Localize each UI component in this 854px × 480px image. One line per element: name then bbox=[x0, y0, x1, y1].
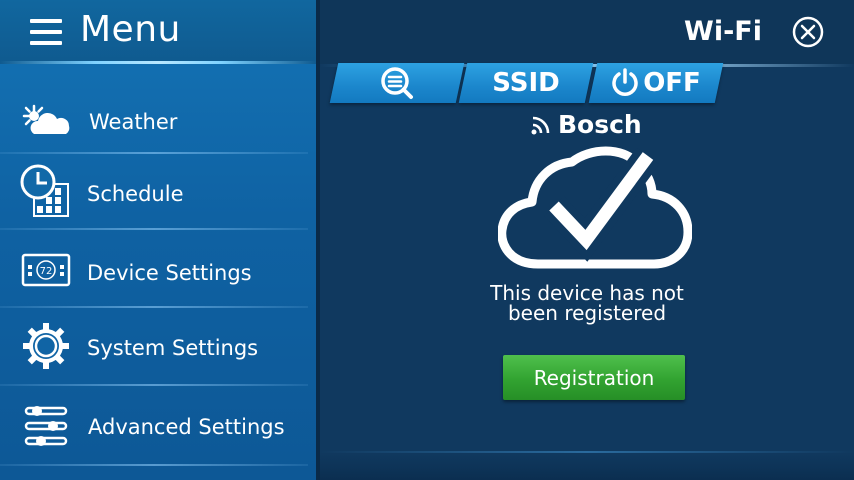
registration-button[interactable]: Registration bbox=[503, 355, 685, 400]
status-line-1: This device has not bbox=[490, 281, 684, 305]
main-header: Wi-Fi bbox=[320, 0, 854, 64]
gear-icon bbox=[20, 320, 72, 372]
network-brand: Bosch bbox=[530, 110, 642, 139]
wifi-screen: Menu Weather Schedule 72 Device Settings… bbox=[0, 0, 854, 480]
registration-status-message: This device has not been registered bbox=[320, 283, 854, 323]
close-icon[interactable] bbox=[792, 16, 824, 48]
network-name: Bosch bbox=[558, 110, 642, 139]
sidebar-item-schedule[interactable]: Schedule bbox=[0, 154, 316, 230]
page-title: Wi-Fi bbox=[684, 16, 762, 47]
search-icon bbox=[381, 67, 413, 99]
bottom-bar bbox=[320, 452, 854, 480]
tab-power-off[interactable]: OFF bbox=[588, 63, 724, 103]
hamburger-menu-icon[interactable] bbox=[30, 19, 62, 45]
cloud-check-icon bbox=[497, 144, 693, 272]
weather-icon bbox=[20, 96, 72, 148]
sidebar-item-system-settings[interactable]: System Settings bbox=[0, 308, 316, 386]
main-panel: Wi-Fi SSID OFF Bosch This device has not… bbox=[320, 0, 854, 480]
device-settings-icon: 72 bbox=[20, 244, 72, 296]
tab-search[interactable] bbox=[329, 63, 465, 103]
sidebar-item-label: System Settings bbox=[87, 336, 259, 360]
sidebar-item-label: Advanced Settings bbox=[88, 415, 285, 439]
sidebar-item-device-settings[interactable]: 72 Device Settings bbox=[0, 230, 316, 308]
tab-ssid[interactable]: SSID bbox=[458, 63, 594, 103]
sidebar-item-weather[interactable]: Weather bbox=[0, 90, 316, 154]
status-line-2: been registered bbox=[507, 301, 667, 325]
sidebar-item-label: Device Settings bbox=[87, 261, 252, 285]
tab-label: OFF bbox=[643, 68, 701, 98]
device-icon-value: 72 bbox=[40, 266, 53, 277]
sidebar-menu: Menu Weather Schedule 72 Device Settings… bbox=[0, 0, 316, 480]
sidebar-item-advanced-settings[interactable]: Advanced Settings bbox=[0, 386, 316, 466]
tab-label: SSID bbox=[492, 68, 560, 98]
schedule-icon bbox=[20, 162, 72, 220]
close-button[interactable] bbox=[792, 16, 824, 48]
sliders-icon bbox=[20, 400, 72, 452]
menu-title: Menu bbox=[80, 9, 181, 50]
power-icon bbox=[612, 68, 638, 96]
sidebar-item-label: Weather bbox=[89, 110, 178, 134]
sidebar-item-label: Schedule bbox=[87, 182, 184, 206]
wifi-signal-icon bbox=[531, 116, 550, 134]
sidebar-header: Menu bbox=[0, 0, 316, 64]
